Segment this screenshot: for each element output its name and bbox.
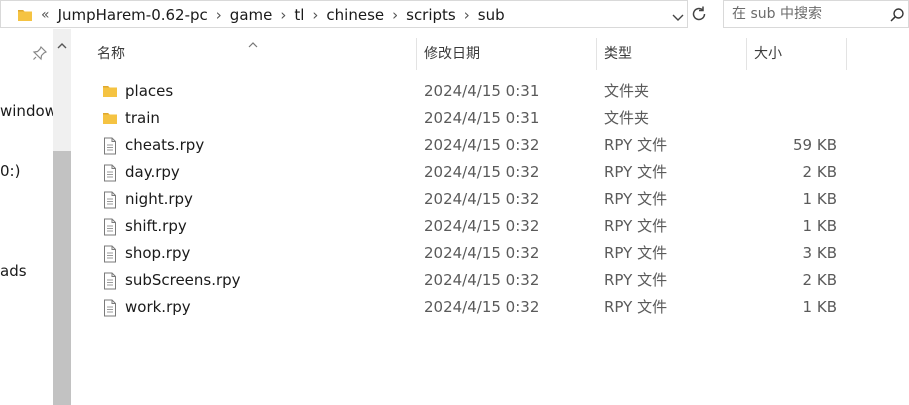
file-size: 2 KB (802, 163, 837, 181)
file-name: places (125, 82, 174, 100)
file-row[interactable]: places 2024/4/15 0:31 文件夹 (71, 78, 909, 105)
file-date: 2024/4/15 0:32 (424, 298, 540, 316)
file-date: 2024/4/15 0:31 (424, 109, 540, 127)
file-icon (102, 164, 118, 186)
file-size: 1 KB (802, 190, 837, 208)
nav-scrollbar[interactable] (53, 29, 71, 405)
scroll-thumb[interactable] (53, 151, 71, 405)
column-divider[interactable] (846, 38, 847, 70)
file-date: 2024/4/15 0:32 (424, 271, 540, 289)
file-row[interactable]: train 2024/4/15 0:31 文件夹 (71, 105, 909, 132)
file-date: 2024/4/15 0:31 (424, 82, 540, 100)
breadcrumb-separator-icon[interactable]: › (304, 6, 326, 24)
sort-ascending-icon (247, 34, 259, 53)
file-size: 1 KB (802, 217, 837, 235)
breadcrumb-chinese[interactable]: chinese (326, 6, 384, 24)
column-divider[interactable] (596, 38, 597, 70)
file-type: RPY 文件 (604, 298, 668, 316)
file-icon (102, 218, 118, 240)
file-row[interactable]: day.rpy 2024/4/15 0:32 RPY 文件 2 KB (71, 159, 909, 186)
search-icon[interactable] (889, 7, 905, 27)
column-header-size[interactable]: 大小 (754, 38, 782, 70)
folder-icon (17, 7, 33, 27)
file-type: RPY 文件 (604, 136, 668, 154)
breadcrumb-separator-icon[interactable]: › (272, 6, 294, 24)
column-header-name[interactable]: 名称 (97, 38, 125, 70)
pin-icon[interactable] (32, 45, 48, 65)
navigation-pane: window 0:) ads (0, 29, 71, 405)
file-row[interactable]: subScreens.rpy 2024/4/15 0:32 RPY 文件 2 K… (71, 267, 909, 294)
file-name: shift.rpy (125, 217, 187, 235)
column-header-type[interactable]: 类型 (604, 38, 632, 70)
file-name: day.rpy (125, 163, 180, 181)
nav-item-window[interactable]: window (0, 102, 57, 120)
search-input[interactable] (732, 4, 882, 24)
file-row[interactable]: cheats.rpy 2024/4/15 0:32 RPY 文件 59 KB (71, 132, 909, 159)
file-type: RPY 文件 (604, 190, 668, 208)
file-date: 2024/4/15 0:32 (424, 244, 540, 262)
breadcrumb-scripts[interactable]: scripts (406, 6, 456, 24)
breadcrumb-separator-icon[interactable]: › (456, 6, 478, 24)
file-name: train (125, 109, 160, 127)
file-date: 2024/4/15 0:32 (424, 136, 540, 154)
file-type: RPY 文件 (604, 163, 668, 181)
breadcrumb-separator-icon[interactable]: › (384, 6, 406, 24)
chevron-down-icon[interactable] (671, 9, 685, 28)
file-type: 文件夹 (604, 109, 650, 127)
column-header-date[interactable]: 修改日期 (424, 38, 480, 70)
breadcrumb-overflow[interactable]: « (41, 7, 50, 23)
column-divider[interactable] (416, 38, 417, 70)
breadcrumb-game[interactable]: game (230, 6, 273, 24)
folder-icon (102, 83, 118, 103)
file-size: 2 KB (802, 271, 837, 289)
breadcrumb-sub[interactable]: sub (478, 6, 505, 24)
address-bar[interactable]: « JumpHarem-0.62-pc › game › tl › chines… (0, 0, 688, 28)
file-type: RPY 文件 (604, 217, 668, 235)
file-name: night.rpy (125, 190, 193, 208)
file-size: 1 KB (802, 298, 837, 316)
column-divider[interactable] (746, 38, 747, 70)
breadcrumb-jumpharem[interactable]: JumpHarem-0.62-pc (58, 6, 208, 24)
search-box (723, 0, 909, 28)
file-type: 文件夹 (604, 82, 650, 100)
file-type: RPY 文件 (604, 244, 668, 262)
file-icon (102, 245, 118, 267)
folder-icon (102, 110, 118, 130)
file-date: 2024/4/15 0:32 (424, 190, 540, 208)
file-icon (102, 137, 118, 159)
file-row[interactable]: night.rpy 2024/4/15 0:32 RPY 文件 1 KB (71, 186, 909, 213)
file-row[interactable]: work.rpy 2024/4/15 0:32 RPY 文件 1 KB (71, 294, 909, 321)
nav-item-downloads[interactable]: ads (0, 262, 27, 280)
file-type: RPY 文件 (604, 271, 668, 289)
file-size: 59 KB (793, 136, 837, 154)
file-name: shop.rpy (125, 244, 191, 262)
file-size: 3 KB (802, 244, 837, 262)
file-row[interactable]: shift.rpy 2024/4/15 0:32 RPY 文件 1 KB (71, 213, 909, 240)
file-date: 2024/4/15 0:32 (424, 217, 540, 235)
file-name: subScreens.rpy (125, 271, 241, 289)
file-name: work.rpy (125, 298, 191, 316)
file-name: cheats.rpy (125, 136, 205, 154)
breadcrumb-tl[interactable]: tl (294, 6, 304, 24)
file-icon (102, 299, 118, 321)
refresh-icon[interactable] (689, 4, 709, 24)
file-date: 2024/4/15 0:32 (424, 163, 540, 181)
file-icon (102, 272, 118, 294)
scroll-up-icon[interactable] (56, 37, 68, 56)
nav-item-smiley[interactable]: 0:) (0, 162, 20, 180)
file-icon (102, 191, 118, 213)
breadcrumb-separator-icon[interactable]: › (208, 6, 230, 24)
breadcrumb: « JumpHarem-0.62-pc › game › tl › chines… (41, 1, 505, 29)
file-row[interactable]: shop.rpy 2024/4/15 0:32 RPY 文件 3 KB (71, 240, 909, 267)
